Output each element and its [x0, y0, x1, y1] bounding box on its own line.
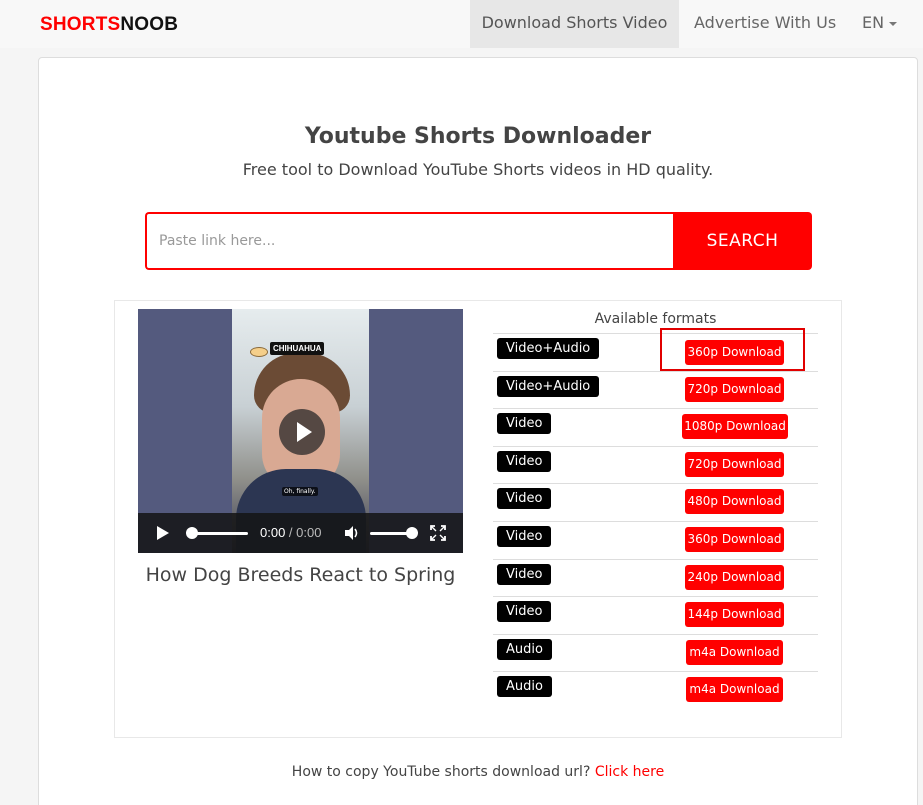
time-display: 0:00 / 0:00: [260, 525, 321, 540]
download-button[interactable]: m4a Download: [686, 677, 783, 702]
link-input[interactable]: [145, 212, 673, 270]
seek-handle[interactable]: [186, 527, 198, 539]
format-row: Video 720p Download: [493, 446, 818, 484]
download-button[interactable]: m4a Download: [686, 640, 783, 665]
format-type-badge: Audio: [497, 639, 552, 660]
time-current: 0:00: [260, 525, 286, 540]
help-link[interactable]: Click here: [595, 764, 664, 780]
download-button[interactable]: 1080p Download: [682, 414, 788, 439]
format-type-badge: Video: [497, 451, 552, 472]
language-dropdown[interactable]: EN: [862, 0, 898, 48]
help-text: How to copy YouTube shorts download url?…: [0, 764, 923, 780]
formats-heading: Available formats: [594, 311, 717, 327]
time-total: 0:00: [296, 525, 322, 540]
help-question: How to copy YouTube shorts download url?: [291, 764, 595, 780]
fullscreen-icon[interactable]: [430, 525, 446, 541]
download-button[interactable]: 240p Download: [685, 565, 784, 590]
video-overlay-tag: CHIHUAHUA: [270, 342, 325, 355]
play-icon[interactable]: [157, 526, 169, 540]
video-player[interactable]: CHIHUAHUA Oh, finally. 0:00 / 0:00: [138, 309, 463, 553]
volume-handle[interactable]: [406, 527, 418, 539]
format-row: Video 144p Download: [493, 596, 818, 634]
format-type-badge: Audio: [497, 676, 552, 697]
selection-highlight: [660, 328, 805, 371]
format-row: Video+Audio 720p Download: [493, 371, 818, 409]
format-type-badge: Video: [497, 526, 552, 547]
format-row: Video 240p Download: [493, 559, 818, 597]
download-button[interactable]: 720p Download: [685, 377, 784, 402]
download-button[interactable]: 144p Download: [685, 602, 784, 627]
download-button[interactable]: 720p Download: [685, 452, 784, 477]
format-row: Audio m4a Download: [493, 634, 818, 672]
logo-part-shorts: SHORTS: [40, 14, 121, 35]
format-row: Video 480p Download: [493, 483, 818, 521]
format-row: Video 1080p Download: [493, 408, 818, 446]
format-type-badge: Video: [497, 413, 552, 434]
format-type-badge: Video: [497, 488, 552, 509]
page-title: Youtube Shorts Downloader: [304, 124, 652, 149]
format-type-badge: Video+Audio: [497, 376, 600, 397]
download-button[interactable]: 480p Download: [685, 489, 784, 514]
page-subtitle: Free tool to Download YouTube Shorts vid…: [242, 160, 714, 179]
video-title: How Dog Breeds React to Spring: [145, 564, 456, 586]
video-controls: 0:00 / 0:00: [138, 513, 463, 553]
time-separator: /: [285, 525, 297, 540]
nav-download-shorts[interactable]: Download Shorts Video: [470, 0, 679, 48]
language-label: EN: [862, 13, 885, 32]
format-type-badge: Video: [497, 601, 552, 622]
site-logo[interactable]: SHORTSNOOB: [40, 14, 178, 36]
format-row: Audio m4a Download: [493, 671, 818, 709]
volume-icon[interactable]: [343, 524, 361, 542]
top-navbar: SHORTSNOOB Download Shorts Video Adverti…: [0, 0, 923, 48]
seek-bar[interactable]: [190, 532, 248, 535]
video-overlay-caption: Oh, finally.: [282, 487, 318, 496]
format-row: Video 360p Download: [493, 521, 818, 559]
logo-part-noob: NOOB: [120, 14, 179, 35]
nav-advertise[interactable]: Advertise With Us: [694, 0, 836, 48]
big-play-icon[interactable]: [279, 409, 325, 455]
format-type-badge: Video+Audio: [497, 338, 600, 359]
download-button[interactable]: 360p Download: [685, 527, 784, 552]
caret-down-icon: [889, 21, 898, 26]
format-type-badge: Video: [497, 564, 552, 585]
search-button[interactable]: SEARCH: [673, 212, 812, 270]
ceiling-lamp-graphic: [250, 347, 268, 357]
